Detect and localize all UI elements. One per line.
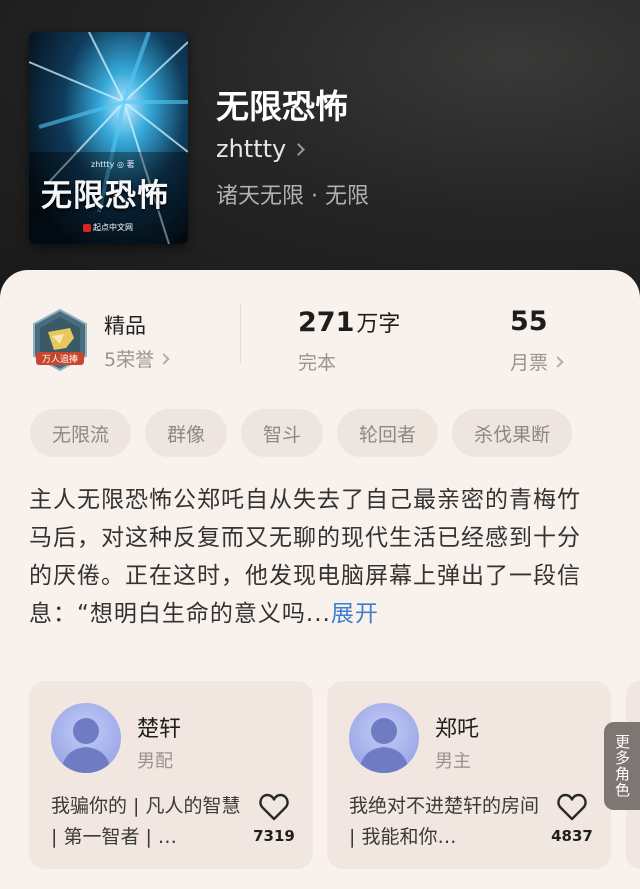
tag-list: 无限流 群像 智斗 轮回者 杀伐果断	[30, 409, 573, 457]
honor-link[interactable]: 5荣誉	[104, 345, 170, 372]
character-role: 男配	[137, 751, 173, 772]
more-characters-button[interactable]: 更多角色	[604, 722, 640, 810]
like-count: 4837	[551, 827, 593, 845]
monthly-ticket-link[interactable]: 月票	[510, 348, 564, 375]
word-count: 271万字	[298, 306, 400, 338]
monthly-ticket-label: 月票	[510, 352, 549, 374]
monthly-ticket-count: 55	[510, 306, 548, 337]
completion-status: 完本	[298, 348, 336, 375]
completion-status-label: 完本	[298, 352, 337, 374]
chevron-right-icon	[552, 355, 564, 368]
honor-badge-icon[interactable]: 万人追捧	[30, 308, 90, 374]
cover-publisher: 起点中文网	[83, 222, 133, 233]
tag-item[interactable]: 群像	[145, 409, 228, 457]
honor-count: 5荣誉	[104, 349, 155, 371]
tag-item[interactable]: 轮回者	[337, 409, 439, 457]
character-name: 郑吒	[435, 717, 480, 742]
tag-item[interactable]: 无限流	[30, 409, 132, 457]
word-count-unit: 万字	[356, 312, 401, 337]
word-count-value: 271	[298, 307, 355, 338]
character-card[interactable]: 郑吒 男主 我绝对不进楚轩的房间 | 我能和你… 4837	[327, 681, 611, 869]
chevron-right-icon	[158, 352, 170, 365]
like-count: 7319	[253, 827, 295, 845]
character-card[interactable]: 楚轩 男配 我骗你的 | 凡人的智慧 | 第一智者 | … 7319	[29, 681, 313, 869]
person-silhouette-icon	[61, 718, 111, 773]
tag-item[interactable]: 智斗	[241, 409, 324, 457]
author-link[interactable]: zhttty	[216, 135, 306, 163]
book-header: zhttty ◎ 著 无限恐怖 起点中文网 无限恐怖 zhttty 诸天无限 ·…	[0, 0, 640, 300]
character-role: 男主	[435, 751, 471, 772]
character-avatar	[349, 703, 419, 773]
book-intro-text: 主人无限恐怖公郑吒自从失去了自己最亲密的青梅竹马后，对这种反复而又无聊的现代生活…	[29, 487, 581, 627]
book-genre: 诸天无限 · 无限	[216, 184, 369, 209]
heart-icon[interactable]	[557, 793, 587, 821]
book-detail-sheet: 万人追捧 精品 5荣誉 271万字 完本 55 月票 无限流 群像 智斗 轮回者…	[0, 270, 640, 889]
cover-author: zhttty ◎ 著	[91, 160, 135, 169]
honor-badge-text: 万人追捧	[42, 353, 78, 365]
book-intro: 主人无限恐怖公郑吒自从失去了自己最亲密的青梅竹马后，对这种反复而又无聊的现代生活…	[29, 481, 595, 633]
book-title: 无限恐怖	[216, 87, 348, 126]
heart-icon[interactable]	[259, 793, 289, 821]
stats-divider	[240, 304, 241, 364]
expand-intro-link[interactable]: 展开	[331, 601, 379, 627]
author-name: zhttty	[216, 135, 287, 163]
publisher-logo-icon	[83, 223, 91, 232]
tag-item[interactable]: 杀伐果断	[452, 409, 573, 457]
quality-label: 精品	[104, 314, 146, 338]
character-avatar	[51, 703, 121, 773]
cover-publisher-label: 起点中文网	[93, 223, 133, 232]
cover-title: 无限恐怖	[41, 178, 169, 214]
character-description: 我骗你的 | 凡人的智慧 | 第一智者 | …	[51, 795, 241, 848]
book-cover[interactable]: zhttty ◎ 著 无限恐怖 起点中文网	[29, 32, 188, 244]
person-silhouette-icon	[359, 718, 409, 773]
more-characters-label: 更多角色	[613, 734, 631, 798]
character-name: 楚轩	[137, 717, 182, 742]
character-description: 我绝对不进楚轩的房间 | 我能和你…	[349, 795, 540, 848]
chevron-right-icon	[292, 142, 306, 156]
